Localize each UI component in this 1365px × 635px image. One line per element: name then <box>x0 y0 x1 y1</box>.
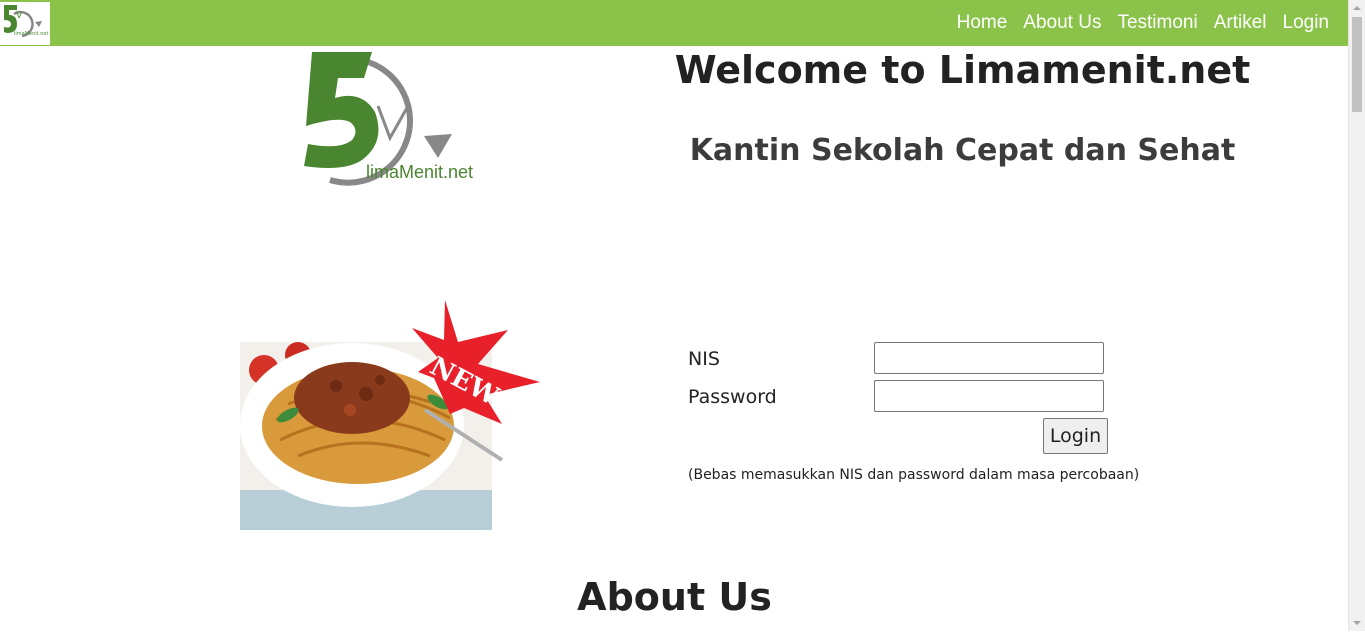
password-input[interactable] <box>874 380 1104 412</box>
nav-logo-text: limaMenit.net <box>14 31 48 37</box>
nav-artikel-link[interactable]: Artikel <box>1214 12 1267 34</box>
promo-spaghetti-image: NEW <box>240 300 540 532</box>
svg-text:V: V <box>16 11 23 21</box>
site-logo-text: limaMenit.net <box>366 162 473 182</box>
nis-label: NIS <box>688 348 720 370</box>
top-navbar: V limaMenit.net Home About Us Testimoni … <box>0 0 1349 46</box>
nav-testimoni-link[interactable]: Testimoni <box>1117 12 1197 34</box>
page-subtitle: Kantin Sekolah Cepat dan Sehat <box>689 133 1236 168</box>
trial-note: (Bebas memasukkan NIS dan password dalam… <box>688 467 1140 483</box>
nav-home-link[interactable]: Home <box>957 12 1008 34</box>
nav-logo[interactable]: V limaMenit.net <box>0 2 50 45</box>
nav-login-link[interactable]: Login <box>1283 12 1330 34</box>
scroll-thumb[interactable] <box>1352 17 1362 112</box>
password-label: Password <box>688 386 777 408</box>
scroll-down-arrow-icon[interactable] <box>1349 615 1365 631</box>
page-scrollbar[interactable] <box>1348 0 1365 631</box>
scroll-up-arrow-icon[interactable] <box>1349 0 1365 16</box>
nav-links: Home About Us Testimoni Artikel Login <box>941 0 1329 46</box>
about-us-heading: About Us <box>577 575 772 619</box>
page-title: Welcome to Limamenit.net <box>674 48 1251 92</box>
login-button[interactable]: Login <box>1043 418 1108 454</box>
site-logo: limaMenit.net <box>300 50 485 215</box>
nav-about-link[interactable]: About Us <box>1023 12 1101 34</box>
nis-input[interactable] <box>874 342 1104 374</box>
